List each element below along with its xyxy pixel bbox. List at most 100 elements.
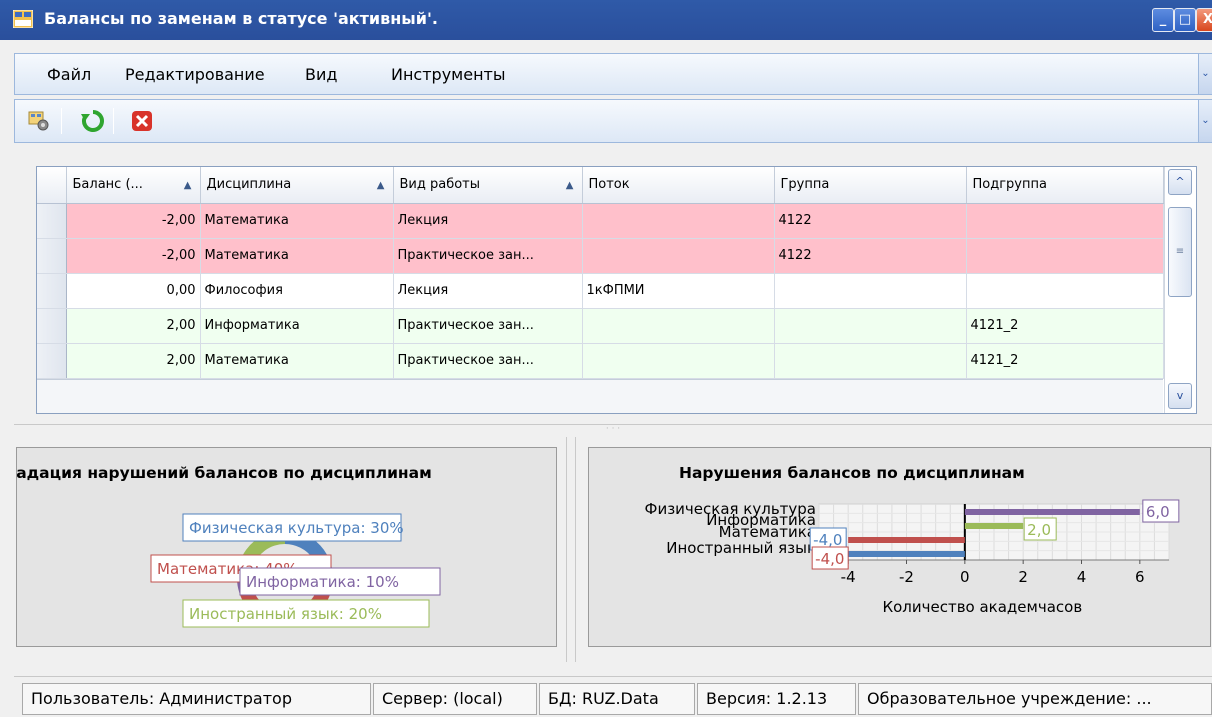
cell-discipline[interactable]: Математика bbox=[200, 203, 394, 239]
status-user: Пользователь: Администратор bbox=[22, 683, 371, 715]
bar bbox=[964, 509, 1140, 515]
table-row[interactable]: 0,00 Философия Лекция 1кФПМИ bbox=[37, 273, 1164, 309]
cell-discipline[interactable]: Математика bbox=[200, 343, 394, 379]
cell-work-type[interactable]: Практическое зан... bbox=[393, 238, 583, 274]
toolbar-separator bbox=[113, 108, 114, 134]
bar-chart-panel: Нарушения балансов по дисциплинам -4 -2 0 2… bbox=[588, 447, 1211, 647]
pie-data-label: Физическая культура: 30% bbox=[189, 519, 404, 537]
bar-data-label: 2,0 bbox=[1027, 521, 1051, 539]
close-red-icon[interactable] bbox=[130, 109, 154, 133]
status-bar: Пользователь: Администратор Сервер: (loc… bbox=[14, 676, 1212, 717]
table-header-row: Баланс (... ▲ Дисциплина ▲ Вид работы ▲ Пот… bbox=[37, 167, 1164, 204]
cell-subgroup[interactable] bbox=[966, 203, 1164, 239]
toolbar-overflow-chevron-icon[interactable]: ⌄ bbox=[1198, 100, 1212, 142]
bar-data-label: -4,0 bbox=[813, 531, 842, 549]
bar bbox=[964, 523, 1024, 529]
scroll-up-button[interactable]: ^ bbox=[1168, 169, 1192, 195]
cell-balance[interactable]: 2,00 bbox=[66, 343, 201, 379]
refresh-icon[interactable] bbox=[81, 109, 105, 133]
table-row[interactable]: 2,00 Информатика Практическое зан... 412… bbox=[37, 308, 1164, 344]
menu-edit[interactable]: Редактирование bbox=[125, 65, 265, 84]
scroll-thumb[interactable]: ≡ bbox=[1168, 207, 1192, 297]
cell-balance[interactable]: -2,00 bbox=[66, 238, 201, 274]
toolbar-separator bbox=[61, 108, 62, 134]
cell-subgroup[interactable]: 4121_2 bbox=[966, 343, 1164, 379]
bar-data-label: -4,0 bbox=[815, 550, 844, 568]
table-row[interactable]: -2,00 Математика Практическое зан... 412… bbox=[37, 238, 1164, 274]
pie-chart: Физическая культура: 30%Математика: 40%И… bbox=[150, 513, 441, 628]
close-window-button[interactable]: X bbox=[1196, 8, 1212, 32]
cell-discipline[interactable]: Информатика bbox=[200, 308, 394, 344]
row-selector[interactable] bbox=[37, 343, 67, 379]
cell-work-type[interactable]: Лекция bbox=[393, 203, 583, 239]
bar bbox=[848, 551, 965, 557]
balances-table: Баланс (... ▲ Дисциплина ▲ Вид работы ▲ Пот… bbox=[37, 167, 1164, 379]
menu-bar: Файл Редактирование Вид Инструменты ⌄ bbox=[14, 53, 1212, 95]
column-header-group[interactable]: Группа bbox=[774, 167, 967, 204]
pie-data-label: Иностранный язык: 20% bbox=[189, 605, 382, 623]
bar-chart: -4 -2 0 2 4 6Количество академчасовФизическая… bbox=[645, 499, 1180, 616]
maximize-button[interactable]: □ bbox=[1174, 8, 1196, 32]
bar bbox=[848, 537, 965, 543]
status-server: Сервер: (local) bbox=[373, 683, 537, 715]
x-tick-label: 2 bbox=[1018, 568, 1028, 586]
x-tick-label: 0 bbox=[960, 568, 970, 586]
row-selector[interactable] bbox=[37, 308, 67, 344]
balances-grid: Баланс (... ▲ Дисциплина ▲ Вид работы ▲ Пот… bbox=[36, 166, 1197, 414]
cell-work-type[interactable]: Практическое зан... bbox=[393, 308, 583, 344]
cell-stream[interactable] bbox=[582, 203, 775, 239]
cell-group[interactable] bbox=[774, 308, 967, 344]
splitter-horizontal[interactable]: · · · bbox=[14, 424, 1212, 436]
cell-discipline[interactable]: Философия bbox=[200, 273, 394, 309]
cell-stream[interactable]: 1кФПМИ bbox=[582, 273, 775, 309]
cell-balance[interactable]: -2,00 bbox=[66, 203, 201, 239]
pie-chart-clip: градация нарушений балансов по дисциплин… bbox=[17, 448, 556, 646]
title-bar[interactable]: Балансы по заменам в статусе 'активный'.… bbox=[0, 0, 1212, 40]
column-header-discipline[interactable]: Дисциплина ▲ bbox=[200, 167, 394, 204]
cell-work-type[interactable]: Лекция bbox=[393, 273, 583, 309]
cell-subgroup[interactable]: 4121_2 bbox=[966, 308, 1164, 344]
scroll-down-button[interactable]: v bbox=[1168, 383, 1192, 409]
row-selector[interactable] bbox=[37, 203, 67, 239]
bar-data-label: 6,0 bbox=[1146, 503, 1170, 521]
x-axis-title: Количество академчасов bbox=[882, 598, 1082, 616]
cell-group[interactable]: 4122 bbox=[774, 203, 967, 239]
menu-view[interactable]: Вид bbox=[305, 65, 337, 84]
cell-group[interactable]: 4122 bbox=[774, 238, 967, 274]
splitter-vertical[interactable] bbox=[566, 437, 576, 662]
cell-discipline[interactable]: Математика bbox=[200, 238, 394, 274]
menu-overflow-chevron-icon[interactable]: ⌄ bbox=[1198, 54, 1212, 94]
cell-balance[interactable]: 2,00 bbox=[66, 308, 201, 344]
x-tick-label: -4 bbox=[841, 568, 856, 586]
x-tick-label: 6 bbox=[1135, 568, 1145, 586]
cell-work-type[interactable]: Практическое зан... bbox=[393, 343, 583, 379]
column-header-subgroup[interactable]: Подгруппа bbox=[966, 167, 1164, 204]
table-row[interactable]: 2,00 Математика Практическое зан... 4121… bbox=[37, 343, 1164, 379]
column-header-balance[interactable]: Баланс (... ▲ bbox=[66, 167, 201, 204]
cell-subgroup[interactable] bbox=[966, 273, 1164, 309]
cell-balance[interactable]: 0,00 bbox=[66, 273, 201, 309]
column-header-stream[interactable]: Поток bbox=[582, 167, 775, 204]
status-organization: Образовательное учреждение: ... bbox=[858, 683, 1212, 715]
cell-stream[interactable] bbox=[582, 343, 775, 379]
cell-stream[interactable] bbox=[582, 308, 775, 344]
row-selector[interactable] bbox=[37, 273, 67, 309]
app-window: Балансы по заменам в статусе 'активный'.… bbox=[0, 0, 1212, 717]
menu-tools[interactable]: Инструменты bbox=[391, 65, 506, 84]
menu-file[interactable]: Файл bbox=[47, 65, 91, 84]
cell-subgroup[interactable] bbox=[966, 238, 1164, 274]
settings-icon[interactable] bbox=[27, 109, 51, 133]
tool-bar: ⌄ bbox=[14, 99, 1212, 143]
window-title: Балансы по заменам в статусе 'активный'. bbox=[44, 9, 438, 28]
minimize-button[interactable]: _ bbox=[1152, 8, 1174, 32]
cell-group[interactable] bbox=[774, 343, 967, 379]
column-header-work-type[interactable]: Вид работы ▲ bbox=[393, 167, 583, 204]
cell-group[interactable] bbox=[774, 273, 967, 309]
sort-asc-icon: ▲ bbox=[565, 180, 574, 191]
cell-stream[interactable] bbox=[582, 238, 775, 274]
row-selector[interactable] bbox=[37, 238, 67, 274]
table-row[interactable]: -2,00 Математика Лекция 4122 bbox=[37, 203, 1164, 239]
status-version: Версия: 1.2.13 bbox=[697, 683, 856, 715]
grid-vertical-scrollbar[interactable]: ^ ≡ v bbox=[1164, 167, 1196, 413]
row-selector-header bbox=[37, 167, 67, 204]
